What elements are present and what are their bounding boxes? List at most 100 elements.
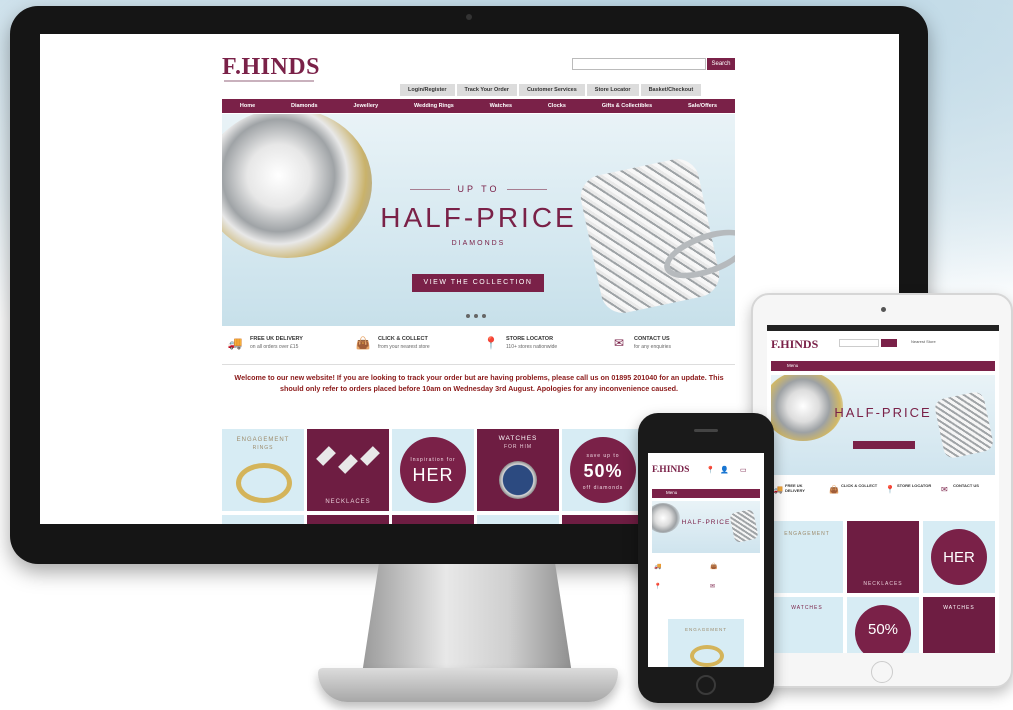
store-locator-link[interactable]: Store Locator <box>586 84 639 96</box>
status-bar <box>767 325 999 331</box>
tile-watches[interactable]: WATCHES <box>771 597 843 653</box>
customer-services-link[interactable]: Customer Services <box>518 84 585 96</box>
tile-title: WATCHES <box>498 435 538 442</box>
brand-logo[interactable]: F.HINDS <box>222 54 320 81</box>
tile-offers[interactable]: save up to 50% off diamonds <box>562 429 644 511</box>
tile-title: WATCHES <box>943 605 975 611</box>
view-collection-button[interactable] <box>853 441 915 449</box>
diamond-ring-image <box>729 508 759 544</box>
feature-contact[interactable]: ✉ <box>710 584 754 590</box>
feature-sub: for any enquiries <box>634 344 671 350</box>
phone-speaker <box>694 429 718 432</box>
feature-title: CLICK & COLLECT <box>378 336 428 342</box>
hero-pretitle: UP TO <box>457 184 500 194</box>
envelope-icon: ✉ <box>613 336 625 350</box>
divider <box>222 364 735 365</box>
nav-home[interactable]: Home <box>240 103 255 109</box>
bag-icon: 👜 <box>710 564 718 570</box>
nav-wedding-rings[interactable]: Wedding Rings <box>414 103 454 109</box>
nav-diamonds[interactable]: Diamonds <box>291 103 318 109</box>
feature-contact[interactable]: ✉ CONTACT US <box>939 481 995 515</box>
feature-title: STORE LOCATOR <box>897 483 932 488</box>
nav-clocks[interactable]: Clocks <box>548 103 566 109</box>
nav-watches[interactable]: Watches <box>490 103 512 109</box>
phone-screen: F.HINDS 📍 👤 ▭ Menu HALF-PRICE 🚚 👜 📍 ✉ EN… <box>648 453 764 667</box>
tile-subtitle: RINGS <box>252 445 274 451</box>
login-register-link[interactable]: Login/Register <box>400 84 455 96</box>
tile-for-her[interactable]: Inspiration for HER <box>392 429 474 511</box>
menu-bar[interactable] <box>771 361 995 371</box>
features-strip: 🚚 FREE UK DELIVERY on all orders over £1… <box>222 332 735 362</box>
nav-gifts[interactable]: Gifts & Collectibles <box>602 103 652 109</box>
hero-banner[interactable]: HALF-PRICE <box>652 501 760 553</box>
brand-logo[interactable]: F.HINDS <box>652 465 689 475</box>
bag-icon: 👜 <box>829 485 839 494</box>
tile-row-partial <box>477 515 559 524</box>
watch-image <box>499 461 537 499</box>
feature-click-collect[interactable]: 👜 <box>710 564 754 570</box>
tile-for-her[interactable]: HER <box>923 521 995 593</box>
feature-delivery[interactable]: 🚚 FREE UK DELIVERY on all orders over £1… <box>222 332 350 362</box>
feature-delivery[interactable]: 🚚 <box>654 564 698 570</box>
tile-engagement-rings[interactable]: ENGAGEMENT <box>771 521 843 593</box>
tile-row-partial <box>222 515 304 524</box>
track-order-link[interactable]: Track Your Order <box>456 84 517 96</box>
carousel-dot[interactable] <box>466 314 470 318</box>
feature-delivery[interactable]: 🚚 FREE UK DELIVERY <box>771 481 827 515</box>
tile-necklaces[interactable]: NECKLACES <box>307 429 389 511</box>
monitor-camera <box>466 14 472 20</box>
tile-title: ENGAGEMENT <box>784 531 830 537</box>
tile-title: 50% <box>583 461 623 481</box>
search-button[interactable]: Search <box>707 58 735 70</box>
hero-banner[interactable]: UP TO HALF-PRICE DIAMONDS VIEW THE COLLE… <box>222 114 735 326</box>
tile-watches[interactable]: WATCHES FOR HIM <box>477 429 559 511</box>
basket-checkout-link[interactable]: Basket/Checkout <box>640 84 702 96</box>
tile-offers[interactable]: 50% <box>847 597 919 653</box>
user-icon[interactable]: 👤 <box>720 466 729 474</box>
home-button[interactable] <box>696 675 716 695</box>
nearest-store-link[interactable]: Nearest Store <box>911 339 936 344</box>
carousel-dot[interactable] <box>482 314 486 318</box>
feature-sub: on all orders over £15 <box>250 344 299 350</box>
feature-title: CLICK & COLLECT <box>841 483 878 488</box>
search-input[interactable] <box>839 339 879 347</box>
feature-sub: from your nearest store <box>378 344 430 350</box>
tile-engagement-rings[interactable]: ENGAGEMENT <box>668 619 744 667</box>
phone-device: F.HINDS 📍 👤 ▭ Menu HALF-PRICE 🚚 👜 📍 ✉ EN… <box>638 413 774 703</box>
carousel-dots <box>466 314 486 318</box>
brand-logo[interactable]: F.HINDS <box>771 337 818 352</box>
feature-click-collect[interactable]: 👜 CLICK & COLLECT from your nearest stor… <box>350 332 478 362</box>
feature-store-locator[interactable]: 📍 <box>654 584 698 590</box>
tile-watches-her[interactable]: WATCHES <box>923 597 995 653</box>
tile-title: HER <box>943 549 975 566</box>
feature-store-locator[interactable]: 📍 STORE LOCATOR <box>883 481 939 515</box>
feature-click-collect[interactable]: 👜 CLICK & COLLECT <box>827 481 883 515</box>
tile-subtitle: FOR HIM <box>503 444 533 450</box>
feature-title: FREE UK DELIVERY <box>250 336 303 342</box>
envelope-icon: ✉ <box>941 485 948 494</box>
basket-icon[interactable]: ▭ <box>740 466 747 474</box>
monitor-stand-base <box>318 668 618 702</box>
logo-underline <box>224 80 314 82</box>
hero-subtitle: DIAMONDS <box>451 240 506 247</box>
tile-subtitle: off diamonds <box>582 485 624 491</box>
feature-contact[interactable]: ✉ CONTACT US for any enquiries <box>606 332 734 362</box>
nav-sale-offers[interactable]: Sale/Offers <box>688 103 717 109</box>
ring-image <box>236 463 292 503</box>
feature-sub: 110+ stores nationwide <box>506 344 558 350</box>
tile-engagement-rings[interactable]: ENGAGEMENT RINGS <box>222 429 304 511</box>
nav-jewellery[interactable]: Jewellery <box>353 103 378 109</box>
home-button[interactable] <box>871 661 893 683</box>
tile-necklaces[interactable]: NECKLACES <box>847 521 919 593</box>
pin-icon[interactable]: 📍 <box>706 466 715 474</box>
carousel-dot[interactable] <box>474 314 478 318</box>
tablet-device: F.HINDS Nearest Store Menu HALF-PRICE 🚚 … <box>751 293 1013 688</box>
pin-icon: 📍 <box>885 485 895 494</box>
tablet-screen: F.HINDS Nearest Store Menu HALF-PRICE 🚚 … <box>767 325 999 653</box>
search-input[interactable] <box>572 58 706 70</box>
tile-small-text: save up to <box>586 453 620 459</box>
feature-store-locator[interactable]: 📍 STORE LOCATOR 110+ stores nationwide <box>478 332 606 362</box>
view-collection-button[interactable]: VIEW THE COLLECTION <box>412 274 544 292</box>
search-button[interactable] <box>881 339 897 347</box>
hero-banner[interactable]: HALF-PRICE <box>771 375 995 475</box>
